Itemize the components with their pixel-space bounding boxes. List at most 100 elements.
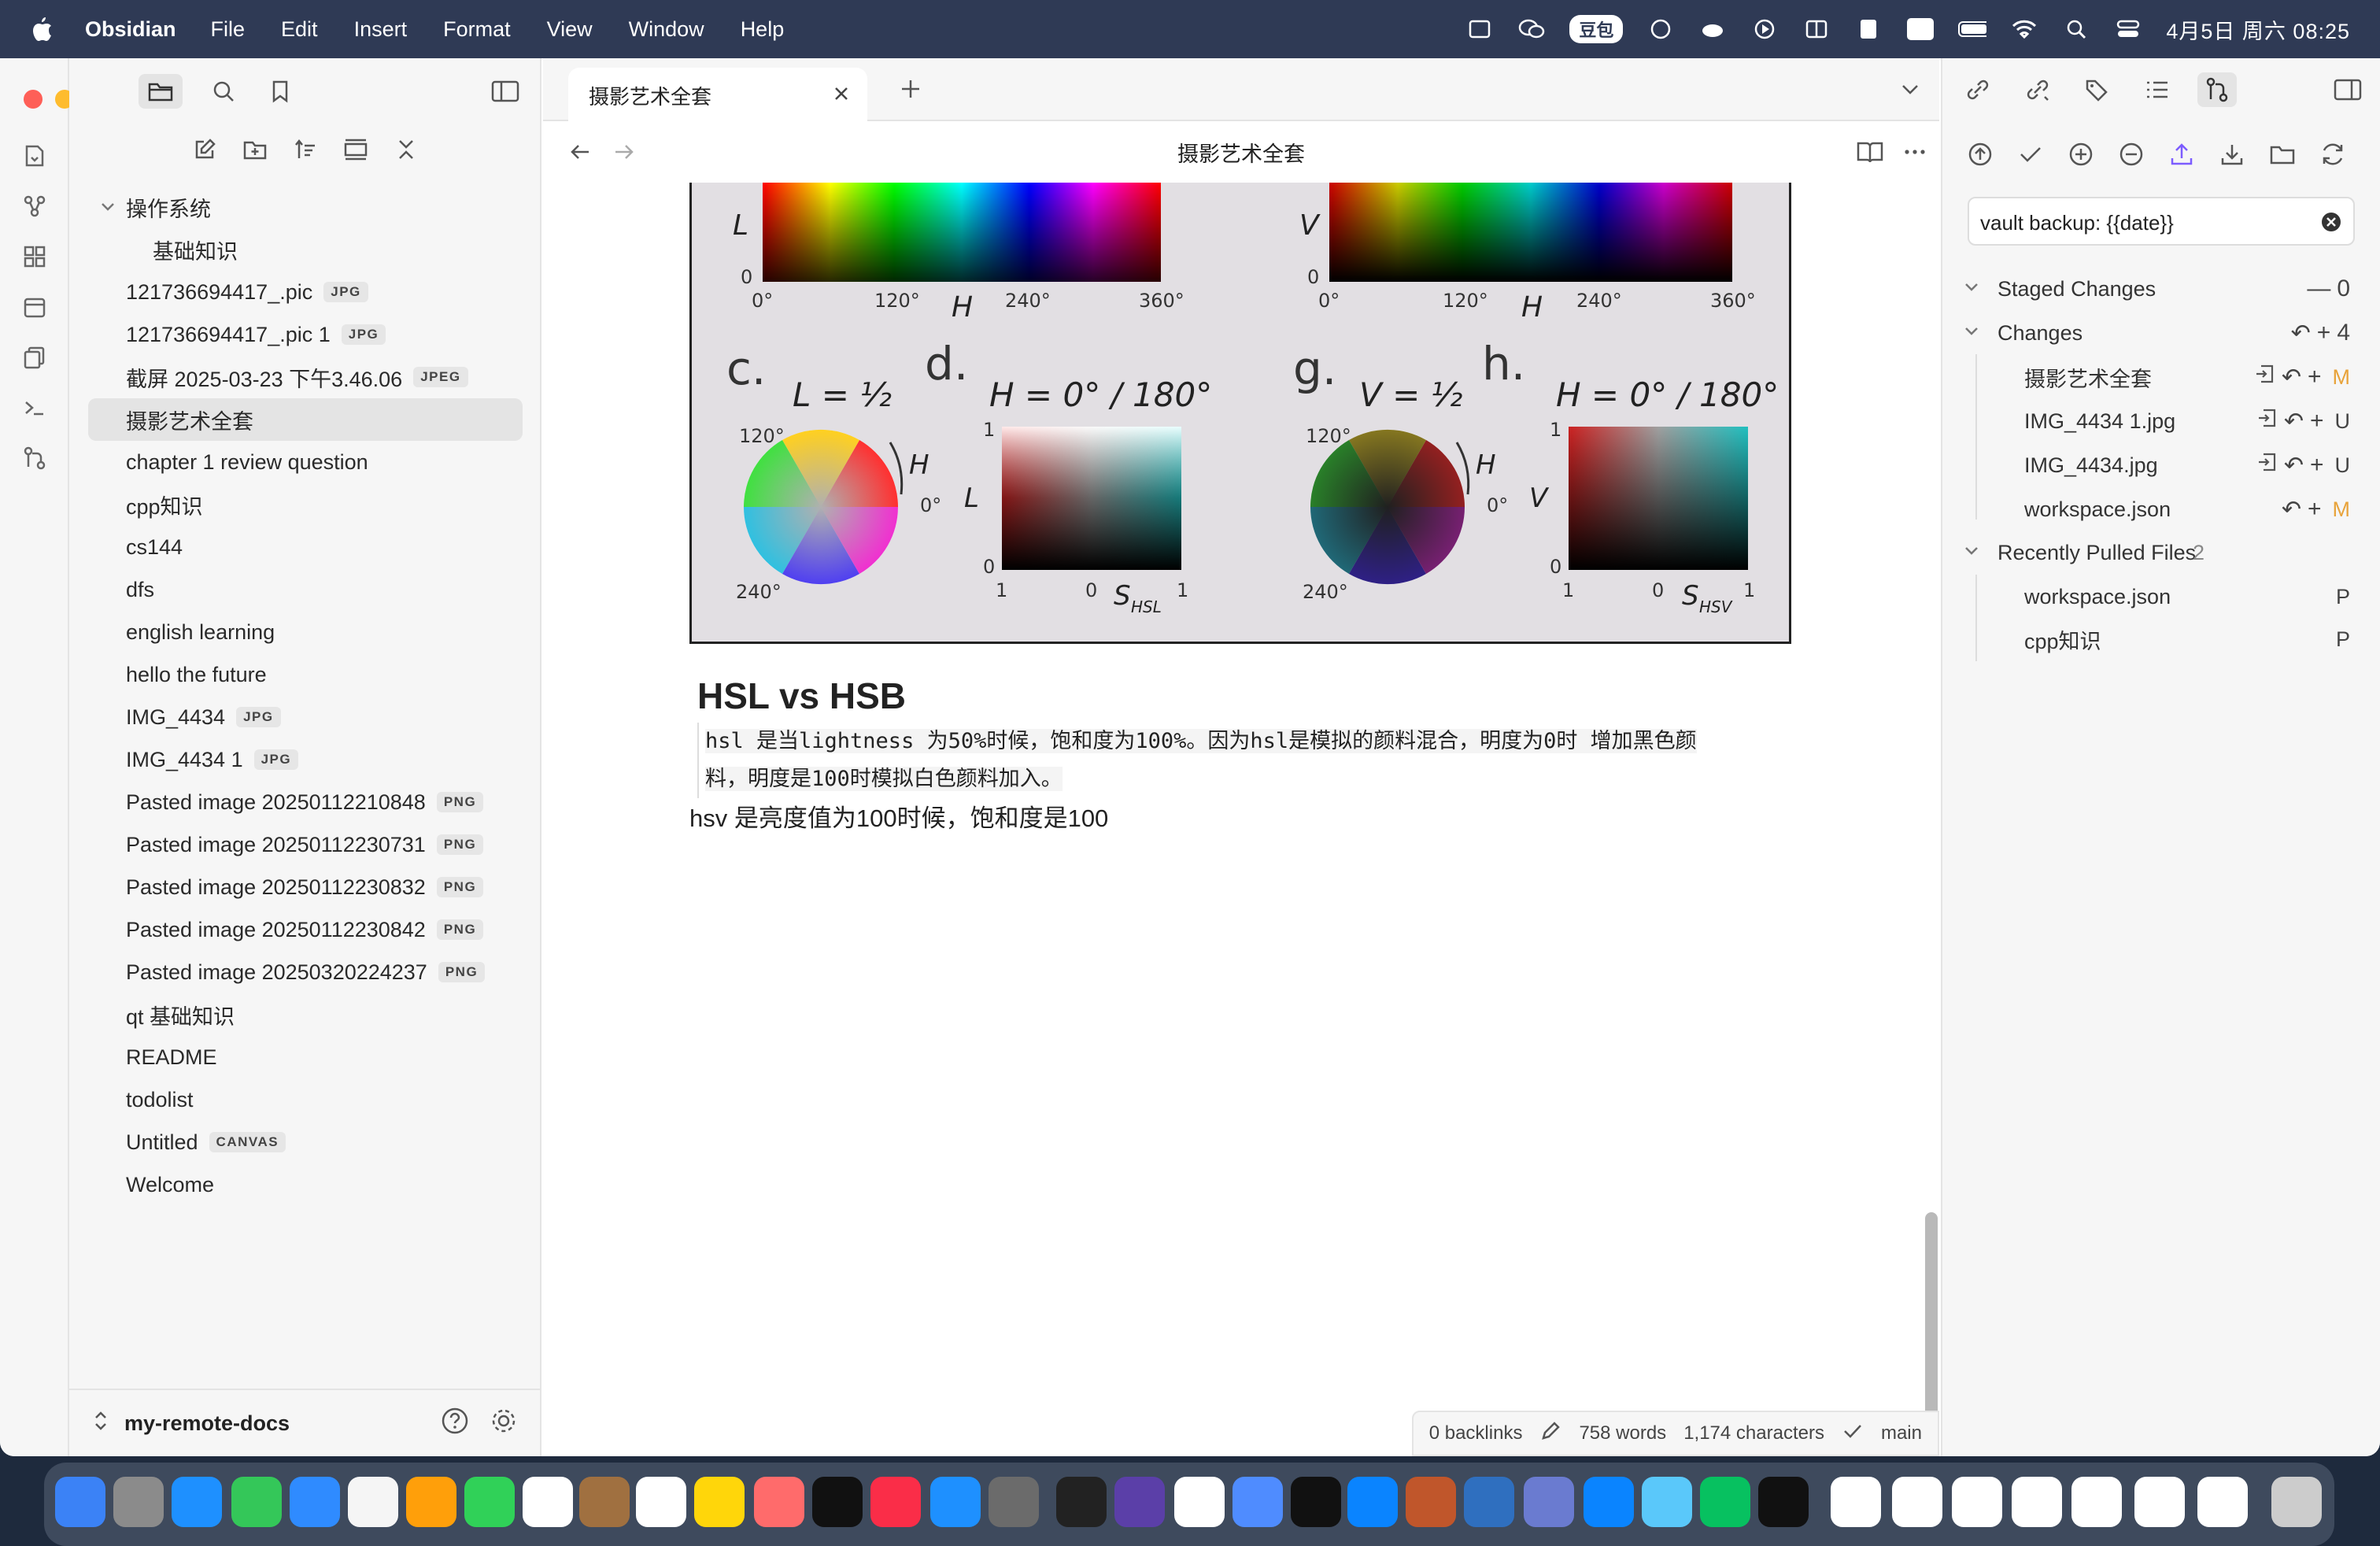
reading-view-book-icon[interactable] (1856, 139, 1884, 171)
outline-tab-icon[interactable] (2138, 72, 2177, 107)
music-icon[interactable] (870, 1477, 921, 1527)
photos-icon[interactable] (406, 1477, 456, 1527)
git-branch[interactable]: main (1881, 1422, 1922, 1444)
mail-icon[interactable] (290, 1477, 340, 1527)
changed-file-row[interactable]: workspace.json ↶ + M (1942, 487, 2380, 531)
facetime-icon[interactable] (464, 1477, 515, 1527)
commit-check-icon[interactable] (2013, 137, 2048, 172)
open-folder-icon[interactable] (2265, 137, 2300, 172)
window-thumb-2-icon[interactable] (1892, 1477, 1942, 1527)
window-thumb-6-icon[interactable] (2134, 1477, 2185, 1527)
graph-view-icon[interactable] (19, 190, 50, 222)
finder-icon[interactable] (55, 1477, 105, 1527)
tree-file[interactable]: dfs (69, 568, 541, 611)
tree-file[interactable]: todolist (69, 1078, 541, 1121)
tree-file[interactable]: 截屏 2025-03-23 下午3.46.06 JPEG (69, 356, 541, 398)
battery-icon[interactable] (1958, 17, 1987, 41)
messages-icon[interactable] (231, 1477, 282, 1527)
sort-order-icon[interactable] (288, 132, 323, 167)
auto-reveal-icon[interactable] (338, 132, 373, 167)
new-tab-icon[interactable] (897, 76, 924, 106)
git-tab-icon[interactable] (2197, 72, 2237, 107)
tree-file[interactable]: cs144 (69, 526, 541, 568)
contacts-icon[interactable] (1854, 17, 1883, 41)
new-folder-icon[interactable] (238, 132, 272, 167)
sublime-icon[interactable] (1758, 1477, 1809, 1527)
maps-icon[interactable] (348, 1477, 398, 1527)
changes-header[interactable]: Changes ↶ + 4 (1942, 311, 2380, 355)
preview-icon[interactable] (1524, 1477, 1574, 1527)
control-center-icon[interactable] (2114, 17, 2142, 41)
safari-icon[interactable] (172, 1477, 222, 1527)
git-source-control-icon[interactable] (19, 442, 50, 474)
input-method-icon[interactable] (1646, 17, 1675, 41)
apple-tv-icon[interactable] (812, 1477, 863, 1527)
obsidian-app-icon[interactable] (1114, 1477, 1165, 1527)
menu-format[interactable]: Format (443, 17, 511, 42)
vault-switcher[interactable]: my-remote-docs (69, 1389, 541, 1456)
vscode-icon[interactable] (1347, 1477, 1398, 1527)
rocket-app-icon[interactable] (1232, 1477, 1283, 1527)
tree-file[interactable]: 121736694417_.pic 1 JPG (69, 313, 541, 356)
close-tab-icon[interactable] (830, 82, 853, 111)
window-thumb-4-icon[interactable] (2012, 1477, 2062, 1527)
apple-icon[interactable] (30, 16, 61, 43)
menu-app-name[interactable]: Obsidian (85, 17, 176, 42)
forward-arrow-icon[interactable] (611, 139, 638, 171)
tree-file[interactable]: 121736694417_.pic JPG (69, 271, 541, 313)
commit-message-input[interactable]: vault backup: {{date}} (1968, 197, 2355, 246)
tree-file[interactable]: Welcome (69, 1163, 541, 1206)
terminal-icon[interactable] (19, 392, 50, 423)
push-icon[interactable] (2164, 137, 2199, 172)
freeform-icon[interactable] (754, 1477, 804, 1527)
copy-icon[interactable] (19, 342, 50, 373)
stage-plus-icon[interactable]: + (2310, 452, 2324, 479)
keychain-icon[interactable] (1642, 1477, 1692, 1527)
trash-icon[interactable] (2271, 1477, 2322, 1527)
unstage-minus-icon[interactable]: — (2307, 276, 2330, 302)
calendar-app-icon[interactable] (523, 1477, 573, 1527)
chevron-down-icon[interactable] (98, 197, 118, 223)
stage-plus-icon[interactable]: + (2308, 496, 2322, 523)
code-quote-block[interactable]: hsl 是当lightness 为50%时候，饱和度为100%。因为hsl是模拟… (697, 723, 1791, 798)
split-view-icon[interactable] (1802, 17, 1831, 41)
pull-icon[interactable] (2215, 137, 2249, 172)
discard-icon[interactable]: ↶ (2284, 408, 2304, 435)
tags-tab-icon[interactable] (2078, 72, 2117, 107)
stage-plus-icon[interactable]: + (2310, 408, 2324, 435)
open-file-icon[interactable] (2256, 407, 2278, 435)
menu-window[interactable]: Window (629, 17, 704, 42)
doubao-badge[interactable]: 豆包 (1569, 15, 1624, 43)
collapse-all-icon[interactable] (389, 132, 423, 167)
changed-file-row[interactable]: IMG_4434.jpg ↶ + U (1942, 443, 2380, 487)
tree-file[interactable]: Untitled CANVAS (69, 1121, 541, 1163)
menu-file[interactable]: File (211, 17, 246, 42)
wechat-icon[interactable] (1517, 17, 1546, 41)
spotlight-search-icon[interactable] (2062, 17, 2090, 41)
commit-and-sync-icon[interactable] (1963, 137, 1998, 172)
tree-file[interactable]: chapter 1 review question (69, 441, 541, 483)
tree-file[interactable]: Pasted image 20250112230832 PNG (69, 866, 541, 908)
terminal-app-icon[interactable] (1056, 1477, 1107, 1527)
tree-file[interactable]: qt 基础知识 (69, 993, 541, 1036)
tree-file[interactable]: Pasted image 20250112230731 PNG (69, 823, 541, 866)
refresh-icon[interactable] (2315, 137, 2350, 172)
open-file-icon[interactable] (2256, 451, 2278, 479)
app-store-icon[interactable] (930, 1477, 981, 1527)
tree-file[interactable]: hello the future (69, 653, 541, 696)
onepassword-icon[interactable] (1291, 1477, 1341, 1527)
notes-icon[interactable] (694, 1477, 745, 1527)
tree-file[interactable]: IMG_4434 JPG (69, 696, 541, 738)
stage-all-icon[interactable] (2064, 137, 2098, 172)
collapse-sidebar-icon[interactable] (483, 74, 527, 109)
open-file-icon[interactable] (2253, 363, 2275, 391)
maps-pin-app-icon[interactable] (1584, 1477, 1634, 1527)
wifi-icon[interactable] (2010, 17, 2038, 41)
menu-insert[interactable]: Insert (354, 17, 408, 42)
changed-file-row[interactable]: IMG_4434 1.jpg ↶ + U (1942, 399, 2380, 443)
status-shortcut-icon[interactable] (1465, 17, 1494, 41)
tree-file[interactable]: 基础知识 (69, 228, 541, 271)
window-thumb-1-icon[interactable] (1831, 1477, 1881, 1527)
tab-active-note[interactable]: 摄影艺术全套 (568, 68, 867, 123)
dictionary-icon[interactable] (1464, 1477, 1514, 1527)
